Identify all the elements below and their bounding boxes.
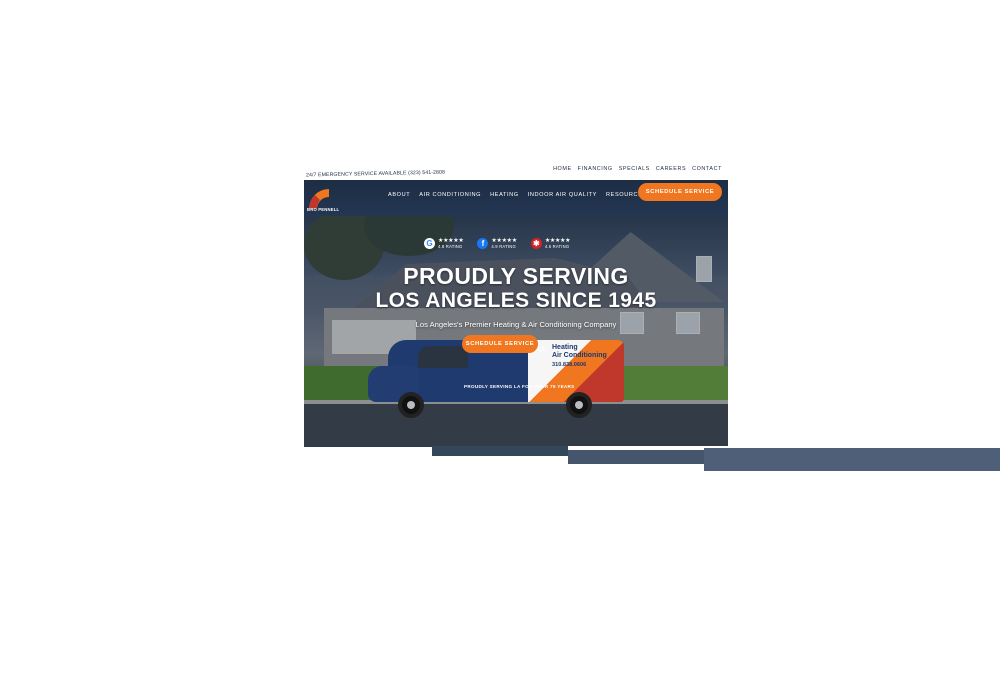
- nav-air-conditioning[interactable]: AIR CONDITIONING: [419, 192, 481, 198]
- yelp-icon: ✱: [530, 238, 542, 249]
- facebook-icon: f: [477, 238, 489, 249]
- website-screenshot: 24/7 EMERGENCY SERVICE AVAILABLE (323) 5…: [304, 162, 728, 446]
- van-service-line2: Air Conditioning: [552, 352, 607, 359]
- van-window: [418, 346, 468, 368]
- emergency-service-text: 24/7 EMERGENCY SERVICE AVAILABLE (323) 5…: [306, 169, 445, 179]
- van-tagline: PROUDLY SERVING LA FOR OVER 75 YEARS: [464, 384, 575, 389]
- logo-text: BRO PENNELL: [307, 207, 340, 212]
- top-utility-bar: 24/7 EMERGENCY SERVICE AVAILABLE (323) 5…: [304, 162, 728, 182]
- hero-section: BRO PENNELL HeatingAir Conditioning 310.…: [304, 216, 728, 446]
- nav-about[interactable]: ABOUT: [388, 192, 410, 198]
- van-wheel: [398, 392, 424, 418]
- hero-headline-line1: PROUDLY SERVING: [403, 263, 629, 289]
- util-nav-financing[interactable]: FINANCING: [578, 166, 613, 172]
- util-nav-careers[interactable]: CAREERS: [656, 166, 686, 172]
- util-nav-home[interactable]: HOME: [553, 166, 572, 172]
- main-nav: ABOUT AIR CONDITIONING HEATING INDOOR AI…: [388, 192, 647, 198]
- van-wheel: [566, 392, 592, 418]
- van-phone: 310.838.0606: [552, 362, 587, 368]
- shadow-slab: [568, 450, 704, 464]
- ratings-row: G ★★★★★ 4.8 RATING f ★★★★★ 4.9 RATING ✱ …: [424, 238, 571, 249]
- rating-label: 4.8 RATING: [438, 244, 463, 249]
- van-service-text: Heating Air Conditioning: [552, 344, 607, 360]
- rating-label: 4.6 RATING: [544, 244, 570, 249]
- van-service-line1: Heating: [552, 344, 578, 351]
- util-nav-specials[interactable]: SPECIALS: [619, 166, 650, 172]
- facebook-rating[interactable]: f ★★★★★ 4.9 RATING: [477, 238, 517, 249]
- rating-text: ★★★★★ 4.6 RATING: [544, 238, 571, 249]
- yelp-rating[interactable]: ✱ ★★★★★ 4.6 RATING: [530, 238, 571, 249]
- schedule-service-button[interactable]: SCHEDULE SERVICE: [638, 183, 722, 201]
- nav-heating[interactable]: HEATING: [490, 192, 519, 198]
- nav-indoor-air-quality[interactable]: INDOOR AIR QUALITY: [528, 192, 597, 198]
- utility-nav: HOME FINANCING SPECIALS CAREERS CONTACT: [553, 166, 722, 172]
- rating-label: 4.9 RATING: [491, 244, 516, 249]
- rating-text: ★★★★★ 4.9 RATING: [491, 238, 517, 249]
- hero-schedule-service-button[interactable]: SCHEDULE SERVICE: [462, 335, 538, 353]
- shadow-slab: [704, 448, 1000, 471]
- shadow-slab: [432, 446, 568, 456]
- google-rating[interactable]: G ★★★★★ 4.8 RATING: [424, 238, 464, 249]
- util-nav-contact[interactable]: CONTACT: [692, 166, 722, 172]
- rating-text: ★★★★★ 4.8 RATING: [438, 238, 464, 249]
- google-icon: G: [424, 238, 435, 249]
- main-header: BRO PENNELL ABOUT AIR CONDITIONING HEATI…: [304, 180, 728, 216]
- hero-headline-line2: LOS ANGELES SINCE 1945: [375, 289, 657, 312]
- hero-subheadline: Los Angeles's Premier Heating & Air Cond…: [415, 320, 617, 329]
